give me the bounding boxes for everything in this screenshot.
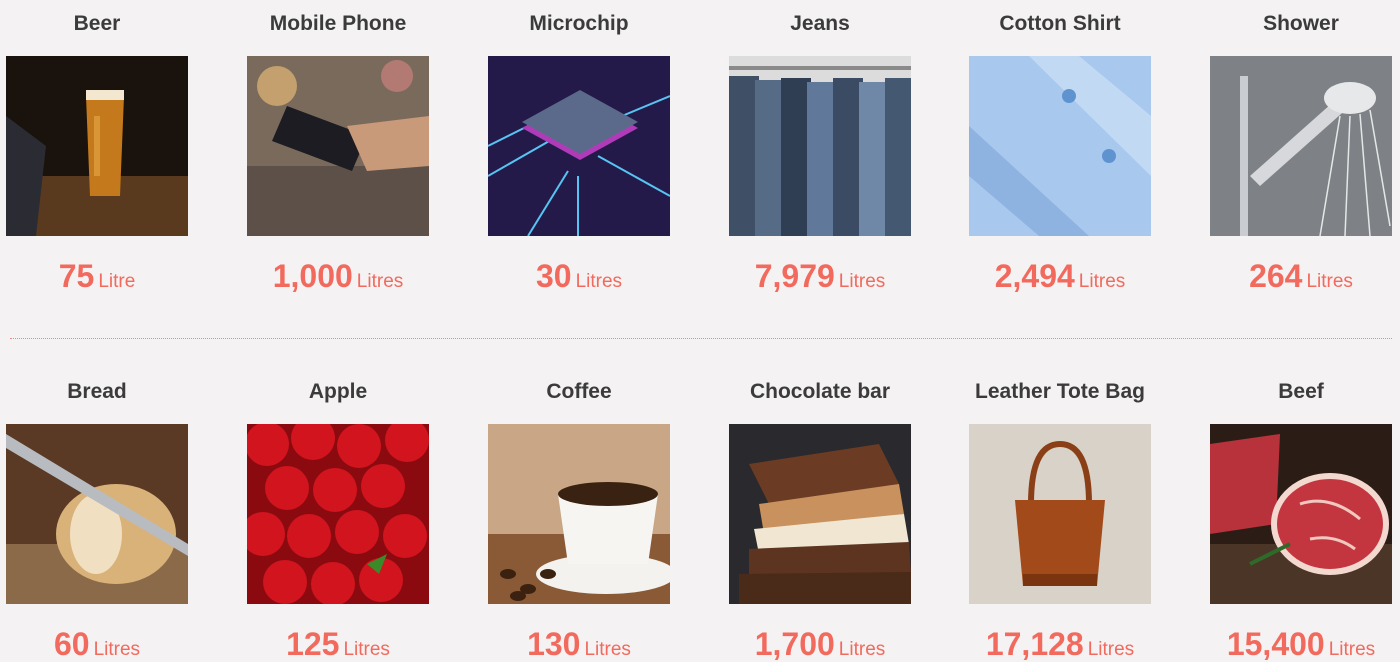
item-amount: 130 Litres bbox=[459, 626, 699, 662]
jeans-photo bbox=[729, 56, 911, 236]
product-row-1: Beer 75 Litre Mobile Phone 1,000 Litres … bbox=[0, 0, 1400, 300]
leather-tote-bag-photo bbox=[969, 424, 1151, 604]
item-value: 75 bbox=[58, 258, 95, 294]
item-unit: Litres bbox=[584, 639, 631, 660]
item-title: Shower bbox=[1263, 12, 1339, 35]
item-value: 15,400 bbox=[1226, 626, 1325, 662]
item-value: 125 bbox=[286, 626, 340, 662]
item-title: Jeans bbox=[790, 12, 850, 35]
item-leather-tote-bag: Leather Tote Bag 17,128 Litres bbox=[940, 368, 1180, 662]
item-amount: 1,700 Litres bbox=[700, 626, 940, 662]
beef-photo bbox=[1210, 424, 1392, 604]
item-amount: 125 Litres bbox=[218, 626, 458, 662]
shower-photo bbox=[1210, 56, 1392, 236]
item-amount: 30 Litres bbox=[459, 258, 699, 295]
item-amount: 2,494 Litres bbox=[940, 258, 1180, 295]
item-title: Leather Tote Bag bbox=[975, 380, 1145, 403]
cotton-shirt-photo bbox=[969, 56, 1151, 236]
item-title: Coffee bbox=[546, 380, 612, 403]
item-title: Apple bbox=[308, 380, 368, 403]
item-unit: Litres bbox=[343, 639, 390, 660]
item-unit: Litres bbox=[1306, 271, 1353, 292]
item-unit: Litre bbox=[98, 271, 136, 292]
item-unit: Litres bbox=[838, 271, 886, 292]
item-title: Beef bbox=[1278, 380, 1324, 403]
item-title: Beer bbox=[73, 12, 121, 35]
item-unit: Litres bbox=[575, 271, 623, 292]
apple-photo bbox=[247, 424, 429, 604]
item-value: 1,000 bbox=[272, 258, 353, 294]
microchip-photo bbox=[488, 56, 670, 236]
item-amount: 1,000 Litres bbox=[218, 258, 458, 295]
item-amount: 15,400 Litres bbox=[1181, 626, 1400, 662]
item-value: 130 bbox=[527, 626, 581, 662]
item-microchip: Microchip 30 Litres bbox=[459, 0, 699, 300]
item-title: Mobile Phone bbox=[269, 12, 407, 35]
item-unit: Litres bbox=[838, 639, 886, 660]
item-coffee: Coffee 130 Litres bbox=[459, 368, 699, 662]
item-amount: 7,979 Litres bbox=[700, 258, 940, 295]
item-unit: Litres bbox=[356, 271, 404, 292]
item-title: Chocolate bar bbox=[749, 380, 891, 403]
item-value: 30 bbox=[535, 258, 572, 294]
item-title: Microchip bbox=[529, 12, 629, 35]
row-divider bbox=[10, 338, 1392, 339]
chocolate-bar-photo bbox=[729, 424, 911, 604]
item-value: 1,700 bbox=[754, 626, 835, 662]
item-value: 60 bbox=[53, 626, 90, 662]
item-value: 264 bbox=[1249, 258, 1303, 294]
item-bread: Bread 60 Litres bbox=[0, 368, 217, 662]
coffee-photo bbox=[488, 424, 670, 604]
item-unit: Litres bbox=[1078, 271, 1126, 292]
item-amount: 75 Litre bbox=[0, 258, 217, 295]
item-value: 7,979 bbox=[754, 258, 835, 294]
item-unit: Litres bbox=[1087, 639, 1135, 660]
item-jeans: Jeans 7,979 Litres bbox=[700, 0, 940, 300]
item-shower: Shower 264 Litres bbox=[1181, 0, 1400, 300]
item-value: 17,128 bbox=[985, 626, 1084, 662]
item-beef: Beef 15,400 Litres bbox=[1181, 368, 1400, 662]
item-amount: 60 Litres bbox=[0, 626, 217, 662]
item-apple: Apple 125 Litres bbox=[218, 368, 458, 662]
item-title: Bread bbox=[67, 380, 127, 403]
item-unit: Litres bbox=[93, 639, 141, 660]
item-mobile-phone: Mobile Phone 1,000 Litres bbox=[218, 0, 458, 300]
product-row-2: Bread 60 Litres Apple 125 Litres Coffee … bbox=[0, 368, 1400, 662]
beer-photo bbox=[6, 56, 188, 236]
item-title: Cotton Shirt bbox=[999, 12, 1121, 35]
item-beer: Beer 75 Litre bbox=[0, 0, 217, 300]
item-amount: 17,128 Litres bbox=[940, 626, 1180, 662]
item-chocolate-bar: Chocolate bar 1,700 Litres bbox=[700, 368, 940, 662]
mobile-phone-photo bbox=[247, 56, 429, 236]
item-value: 2,494 bbox=[994, 258, 1075, 294]
item-amount: 264 Litres bbox=[1181, 258, 1400, 295]
item-unit: Litres bbox=[1328, 639, 1376, 660]
item-cotton-shirt: Cotton Shirt 2,494 Litres bbox=[940, 0, 1180, 300]
bread-photo bbox=[6, 424, 188, 604]
